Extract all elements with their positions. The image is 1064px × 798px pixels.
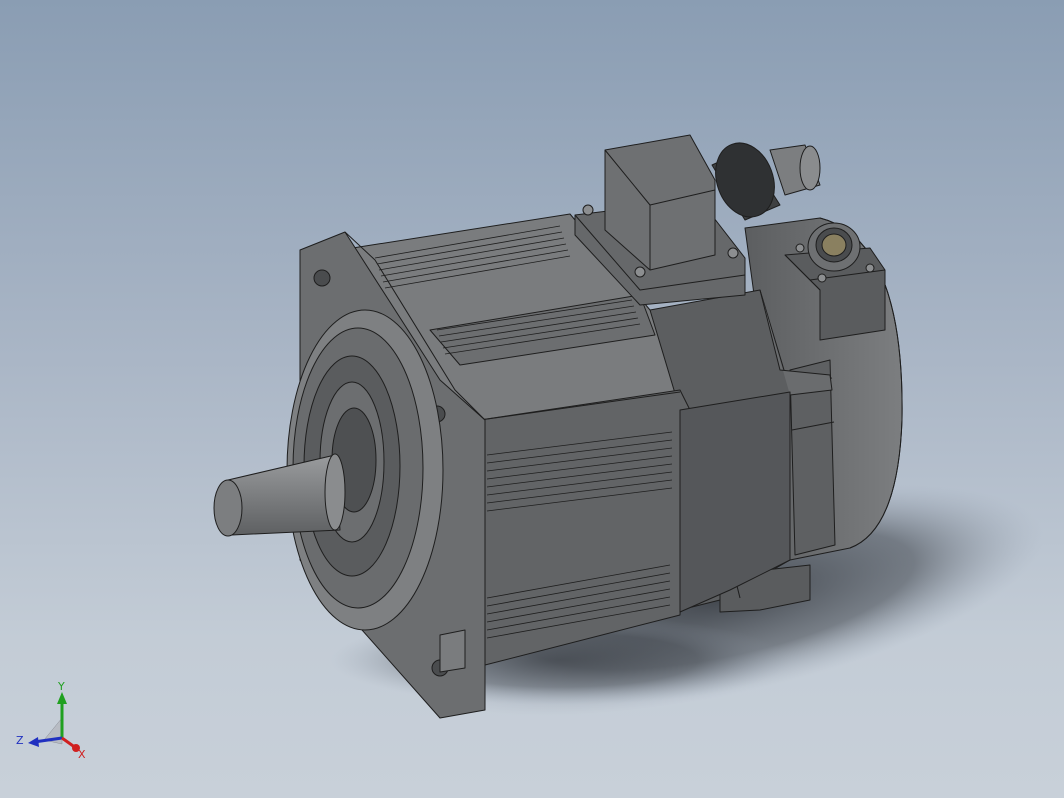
graphics-viewport[interactable]: Y Z X <box>0 0 1064 798</box>
output-shaft <box>213 453 346 537</box>
z-axis-label: Z <box>16 734 24 747</box>
cable-gland <box>711 142 821 221</box>
x-axis-label: X <box>78 748 86 761</box>
mounting-tab <box>439 629 466 673</box>
y-axis-label: Y <box>57 680 65 693</box>
coordinate-triad: Y Z X <box>16 680 86 761</box>
motor-model-view[interactable] <box>0 0 1064 798</box>
